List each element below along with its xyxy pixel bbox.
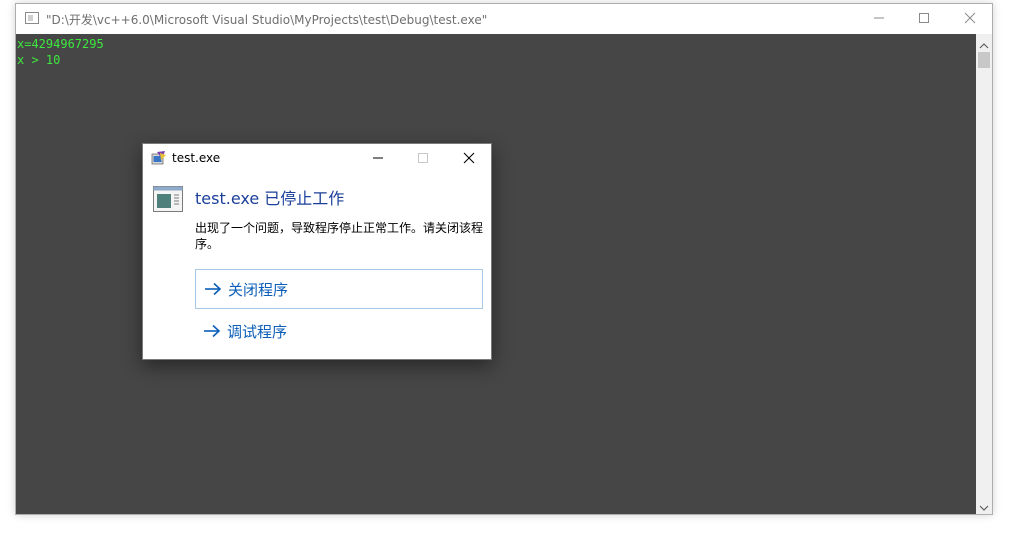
dialog-close-button[interactable] xyxy=(449,146,489,170)
close-program-option[interactable]: 关闭程序 xyxy=(195,269,483,309)
scroll-up-button[interactable] xyxy=(976,36,992,52)
option-label: 调试程序 xyxy=(227,322,288,341)
maximize-icon xyxy=(919,13,929,23)
dialog-maximize-button xyxy=(403,146,443,170)
close-icon xyxy=(964,12,976,24)
maximize-icon xyxy=(418,153,428,163)
vertical-scrollbar[interactable] xyxy=(976,34,992,514)
option-label: 关闭程序 xyxy=(228,280,289,299)
vc-app-icon xyxy=(151,151,166,165)
minimize-button[interactable] xyxy=(856,4,902,34)
console-line: x=4294967295 xyxy=(17,37,104,51)
close-button[interactable] xyxy=(947,4,993,34)
debug-program-option[interactable]: 调试程序 xyxy=(195,311,483,351)
minimize-icon xyxy=(373,157,383,159)
console-app-icon xyxy=(25,12,39,24)
dialog-heading: test.exe 已停止工作 xyxy=(195,189,345,208)
dialog-title: test.exe xyxy=(172,151,221,165)
minimize-icon xyxy=(874,17,884,19)
scroll-down-button[interactable] xyxy=(976,498,992,514)
console-line: x > 10 xyxy=(17,53,61,67)
dialog-message: 出现了一个问题，导致程序停止正常工作。请关闭该程序。 xyxy=(195,221,484,251)
window-titlebar[interactable]: "D:\开发\vc++6.0\Microsoft Visual Studio\M… xyxy=(16,4,992,34)
arrow-right-icon xyxy=(204,324,221,338)
window-title: "D:\开发\vc++6.0\Microsoft Visual Studio\M… xyxy=(46,13,488,27)
program-window-icon xyxy=(153,186,183,212)
error-dialog: test.exe test.exe 已停止工作 出现了一个问题，导致程序停止正常… xyxy=(142,143,492,360)
close-icon xyxy=(463,152,475,164)
dialog-minimize-button[interactable] xyxy=(358,146,398,170)
chevron-down-icon xyxy=(979,505,989,511)
maximize-button[interactable] xyxy=(901,4,947,34)
arrow-right-icon xyxy=(205,282,222,296)
scroll-thumb[interactable] xyxy=(978,52,990,68)
chevron-up-icon xyxy=(979,43,989,49)
